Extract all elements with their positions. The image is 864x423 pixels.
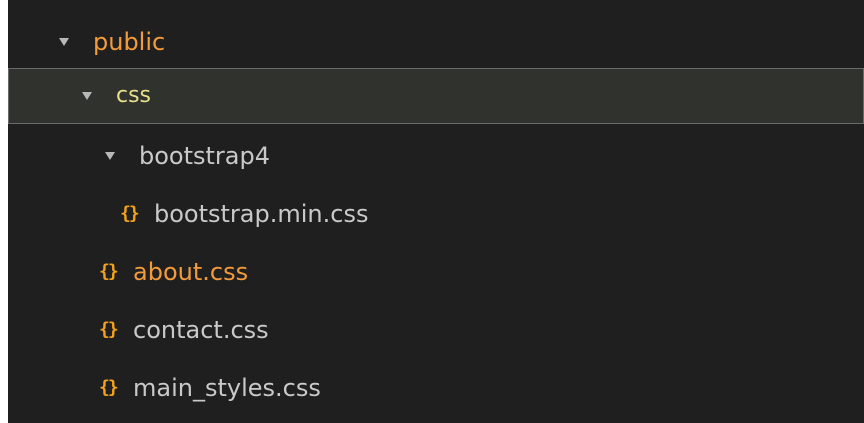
tree-item-main-styles-css[interactable]: {} main_styles.css — [8, 360, 864, 416]
css-braces-icon: {} — [120, 203, 140, 224]
css-braces-icon: {} — [99, 261, 119, 282]
tree-item-public[interactable]: public — [8, 14, 864, 70]
css-braces-icon: {} — [99, 377, 119, 398]
tree-item-bootstrap4[interactable]: bootstrap4 — [8, 128, 864, 184]
tree-item-bootstrap-min-css[interactable]: {} bootstrap.min.css — [8, 186, 864, 242]
tree-item-contact-css[interactable]: {} contact.css — [8, 302, 864, 358]
css-braces-icon: {} — [99, 319, 119, 340]
window-edge — [0, 0, 8, 423]
folder-label: bootstrap4 — [139, 142, 271, 170]
file-label: about.css — [133, 258, 249, 286]
file-label: main_styles.css — [133, 374, 321, 402]
expand-arrow-icon[interactable] — [82, 92, 92, 100]
folder-label: css — [116, 83, 152, 108]
folder-label: public — [93, 28, 166, 56]
file-label: contact.css — [133, 316, 269, 344]
tree-item-css[interactable]: css — [8, 68, 864, 124]
expand-arrow-icon[interactable] — [105, 152, 115, 160]
tree-item-about-css[interactable]: {} about.css — [8, 244, 864, 300]
file-label: bootstrap.min.css — [154, 200, 369, 228]
expand-arrow-icon[interactable] — [59, 38, 69, 46]
file-tree: public css bootstrap4 {} bootstrap.min.c… — [8, 0, 864, 423]
